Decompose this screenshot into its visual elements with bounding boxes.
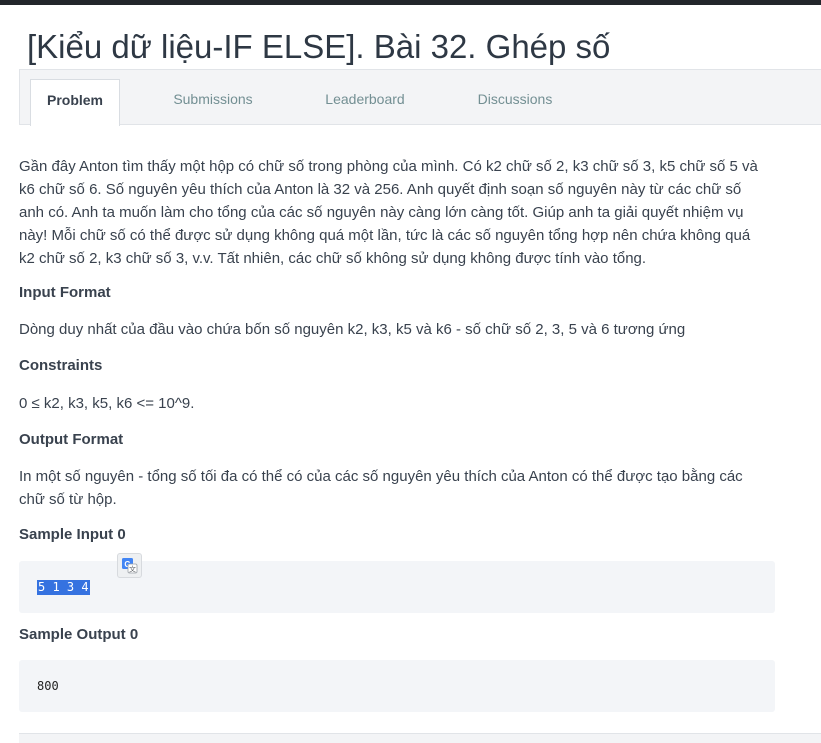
input-format-text: Dòng duy nhất của đầu vào chứa bốn số ng… [19,321,686,338]
statement-line: Gần đây Anton tìm thấy một hộp có chữ số… [19,158,758,175]
statement-line: k2 chữ số 2, k3 chữ số 3, v.v. Tất nhiên… [19,250,647,267]
sample-input-code[interactable]: 5 1 3 4 [37,580,90,595]
output-format-line: In một số nguyên - tổng số tối đa có thể… [19,468,743,485]
tab-problem[interactable]: Problem [30,79,120,126]
tab-discussions[interactable]: Discussions [460,79,570,126]
browser-top-strip [0,0,821,5]
page-title: [Kiểu dữ liệu-IF ELSE]. Bài 32. Ghép số [27,28,611,66]
constraints-heading: Constraints [19,357,103,374]
svg-text:文: 文 [129,565,136,574]
google-translate-icon[interactable]: G 文 [117,553,142,578]
output-format-line: chữ số từ hộp. [19,491,117,508]
constraints-text: 0 ≤ k2, k3, k5, k6 <= 10^9. [19,395,195,412]
tab-submissions[interactable]: Submissions [158,79,268,126]
output-format-heading: Output Format [19,431,124,448]
statement-line: anh có. Anh ta muốn làm cho tổng của các… [19,204,744,221]
statement-line: này! Mỗi chữ số có thể được sử dụng khôn… [19,227,751,244]
sample-output-code[interactable]: 800 [37,679,59,694]
sample-output-heading: Sample Output 0 [19,626,139,643]
problem-tabs: Problem Submissions Leaderboard Discussi… [19,69,821,126]
input-format-heading: Input Format [19,284,111,301]
tab-leaderboard[interactable]: Leaderboard [310,79,420,126]
sample-input-heading: Sample Input 0 [19,526,126,543]
sample-output-box[interactable]: 800 [19,660,775,712]
statement-line: k6 chữ số 6. Số nguyên yêu thích của Ant… [19,181,742,198]
